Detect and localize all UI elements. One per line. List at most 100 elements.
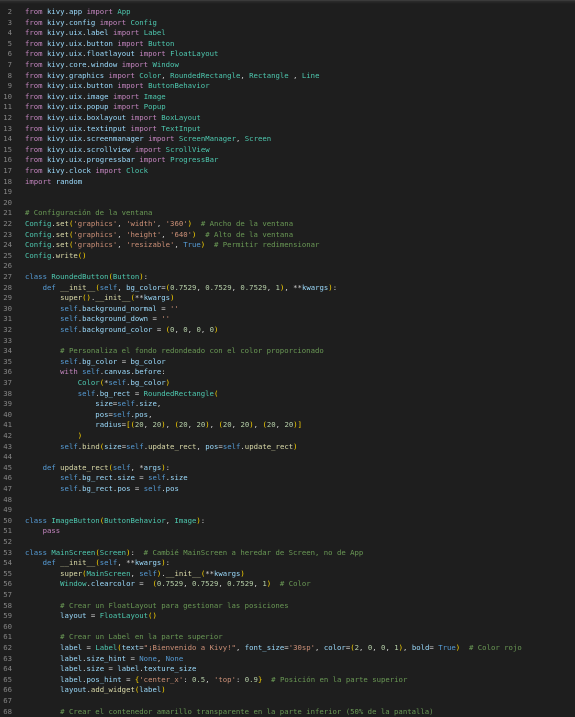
code-line[interactable]: 5 from kivy.uix.button import Button (0, 39, 575, 50)
code-line[interactable]: 47 self.bg_rect.pos = self.pos (0, 484, 575, 495)
code-line[interactable]: 61 # Crear un Label en la parte superior (0, 632, 575, 643)
code-text[interactable]: self.bind(size=self.update_rect, pos=sel… (25, 442, 297, 453)
code-line[interactable]: 55 super(MainScreen, self).__init__(**kw… (0, 569, 575, 580)
code-line[interactable]: 29 super().__init__(**kwargs) (0, 293, 575, 304)
code-text[interactable]: def __init__(self, bg_color=(0.7529, 0.7… (25, 283, 338, 294)
code-line[interactable]: 64 label.size = label.texture_size (0, 664, 575, 675)
code-text[interactable]: from kivy.uix.popup import Popup (25, 102, 166, 113)
code-text[interactable]: super(MainScreen, self).__init__(**kwarg… (25, 569, 245, 580)
code-line[interactable]: 3 from kivy.config import Config (0, 18, 575, 29)
code-text[interactable]: from kivy.uix.scrollview import ScrollVi… (25, 145, 210, 156)
code-line[interactable]: 2 from kivy.app import App (0, 7, 575, 18)
code-line[interactable]: 56 Window.clearcolor = (0.7529, 0.7529, … (0, 579, 575, 590)
code-line[interactable]: 62 label = Label(text="¡Bienvenido a Kiv… (0, 643, 575, 654)
code-text[interactable]: from kivy.uix.button import ButtonBehavi… (25, 81, 210, 92)
code-text[interactable]: from kivy.uix.button import Button (25, 39, 174, 50)
code-line[interactable]: 38 self.bg_rect = RoundedRectangle( (0, 389, 575, 400)
code-text[interactable]: layout.add_widget(label) (25, 685, 165, 696)
code-text[interactable]: self.bg_rect.size = self.size (25, 473, 187, 484)
code-line[interactable]: 31 self.background_down = '' (0, 314, 575, 325)
code-line[interactable]: 24 Config.set('graphics', 'resizable', Tr… (0, 240, 575, 251)
code-line[interactable]: 48 (0, 495, 575, 506)
code-line[interactable]: 58 # Crear un FloatLayout para gestionar… (0, 601, 575, 612)
code-text[interactable]: label.pos_hint = {'center_x': 0.5, 'top'… (25, 675, 407, 686)
code-text[interactable]: Config.write() (25, 251, 87, 262)
code-line[interactable]: 50 class ImageButton(ButtonBehavior, Imag… (0, 516, 575, 527)
code-line[interactable]: 6 from kivy.uix.floatlayout import FloatL… (0, 49, 575, 60)
code-text[interactable]: import random (25, 177, 82, 188)
code-text[interactable]: from kivy.graphics import Color, Rounded… (25, 71, 319, 82)
code-text[interactable]: Window.clearcolor = (0.7529, 0.7529, 0.7… (25, 579, 311, 590)
code-text[interactable]: size=self.size, (25, 399, 161, 410)
code-line[interactable]: 68 # Crear el contenedor amarillo transp… (0, 707, 575, 717)
code-line[interactable]: 4 from kivy.uix.label import Label (0, 28, 575, 39)
code-line[interactable]: 20 (0, 198, 575, 209)
code-line[interactable]: 32 self.background_color = (0, 0, 0, 0) (0, 325, 575, 336)
code-line[interactable]: 40 pos=self.pos, (0, 410, 575, 421)
code-text[interactable]: layout = FloatLayout() (25, 611, 157, 622)
code-text[interactable]: def update_rect(self, *args): (25, 463, 170, 474)
code-line[interactable]: 52 (0, 537, 575, 548)
code-line[interactable]: 28 def __init__(self, bg_color=(0.7529, … (0, 283, 575, 294)
code-text[interactable]: class ImageButton(ButtonBehavior, Image)… (25, 516, 205, 527)
code-text[interactable]: from kivy.uix.textinput import TextInput (25, 124, 201, 135)
code-text[interactable]: pos=self.pos, (25, 410, 152, 421)
code-text[interactable]: Config.set('graphics', 'width', '360') #… (25, 219, 293, 230)
code-text[interactable]: from kivy.uix.progressbar import Progres… (25, 155, 218, 166)
code-text[interactable]: from kivy.clock import Clock (25, 166, 148, 177)
code-line[interactable]: 9 from kivy.uix.button import ButtonBehav… (0, 81, 575, 92)
code-text[interactable]: label.size = label.texture_size (25, 664, 196, 675)
code-line[interactable]: 22 Config.set('graphics', 'width', '360')… (0, 219, 575, 230)
code-text[interactable]: from kivy.uix.label import Label (25, 28, 166, 39)
code-line[interactable]: 39 size=self.size, (0, 399, 575, 410)
code-line[interactable]: 8 from kivy.graphics import Color, Rounde… (0, 71, 575, 82)
code-line[interactable]: 54 def __init__(self, **kwargs): (0, 558, 575, 569)
code-text[interactable]: from kivy.uix.floatlayout import FloatLa… (25, 49, 218, 60)
code-text[interactable]: class RoundedButton(Button): (25, 272, 148, 283)
code-line[interactable]: 14 from kivy.uix.screenmanager import Scr… (0, 134, 575, 145)
code-text[interactable]: from kivy.uix.boxlayout import BoxLayout (25, 113, 201, 124)
code-text[interactable]: label.size_hint = None, None (25, 654, 183, 665)
code-text[interactable]: ) (25, 431, 82, 442)
code-text[interactable]: Color(*self.bg_color) (25, 378, 170, 389)
code-line[interactable]: 10 from kivy.uix.image import Image (0, 92, 575, 103)
code-line[interactable]: 60 (0, 622, 575, 633)
code-text[interactable]: def __init__(self, **kwargs): (25, 558, 170, 569)
code-text[interactable]: self.background_down = '' (25, 314, 170, 325)
code-line[interactable]: 66 layout.add_widget(label) (0, 685, 575, 696)
code-line[interactable]: 34 # Personaliza el fondo redondeado con… (0, 346, 575, 357)
code-line[interactable]: 45 def update_rect(self, *args): (0, 463, 575, 474)
code-text[interactable]: self.bg_color = bg_color (25, 357, 165, 368)
code-text[interactable]: super().__init__(**kwargs) (25, 293, 174, 304)
code-text[interactable]: radius=[(20, 20), (20, 20), (20, 20), (2… (25, 420, 302, 431)
code-line[interactable]: 53 class MainScreen(Screen): # Cambié Mai… (0, 548, 575, 559)
code-text[interactable]: from kivy.uix.screenmanager import Scree… (25, 134, 271, 145)
code-editor[interactable]: 2 from kivy.app import App 3 from kivy.conf… (0, 0, 575, 717)
code-line[interactable]: 13 from kivy.uix.textinput import TextInp… (0, 124, 575, 135)
code-line[interactable]: 63 label.size_hint = None, None (0, 654, 575, 665)
code-text[interactable]: class MainScreen(Screen): # Cambié MainS… (25, 548, 363, 559)
code-text[interactable]: # Configuración de la ventana (25, 208, 152, 219)
code-text[interactable]: # Crear un Label en la parte superior (25, 632, 223, 643)
code-text[interactable]: self.bg_rect.pos = self.pos (25, 484, 179, 495)
code-line[interactable]: 19 (0, 187, 575, 198)
code-line[interactable]: 15 from kivy.uix.scrollview import Scroll… (0, 145, 575, 156)
code-line[interactable]: 17 from kivy.clock import Clock (0, 166, 575, 177)
code-line[interactable]: 42 ) (0, 431, 575, 442)
code-text[interactable]: pass (25, 526, 61, 537)
code-line[interactable]: 46 self.bg_rect.size = self.size (0, 473, 575, 484)
code-line[interactable]: 7 from kivy.core.window import Window (0, 60, 575, 71)
code-line[interactable]: 37 Color(*self.bg_color) (0, 378, 575, 389)
code-line[interactable]: 16 from kivy.uix.progressbar import Progr… (0, 155, 575, 166)
code-line[interactable]: 43 self.bind(size=self.update_rect, pos=… (0, 442, 575, 453)
code-line[interactable]: 51 pass (0, 526, 575, 537)
code-text[interactable]: # Crear un FloatLayout para gestionar la… (25, 601, 288, 612)
code-text[interactable]: self.background_color = (0, 0, 0, 0) (25, 325, 218, 336)
code-line[interactable]: 35 self.bg_color = bg_color (0, 357, 575, 368)
code-text[interactable]: from kivy.config import Config (25, 18, 157, 29)
code-text[interactable]: Config.set('graphics', 'height', '640') … (25, 230, 293, 241)
code-line[interactable]: 23 Config.set('graphics', 'height', '640'… (0, 230, 575, 241)
code-text[interactable]: from kivy.core.window import Window (25, 60, 179, 71)
code-line[interactable]: 67 (0, 696, 575, 707)
code-text[interactable]: from kivy.uix.image import Image (25, 92, 166, 103)
